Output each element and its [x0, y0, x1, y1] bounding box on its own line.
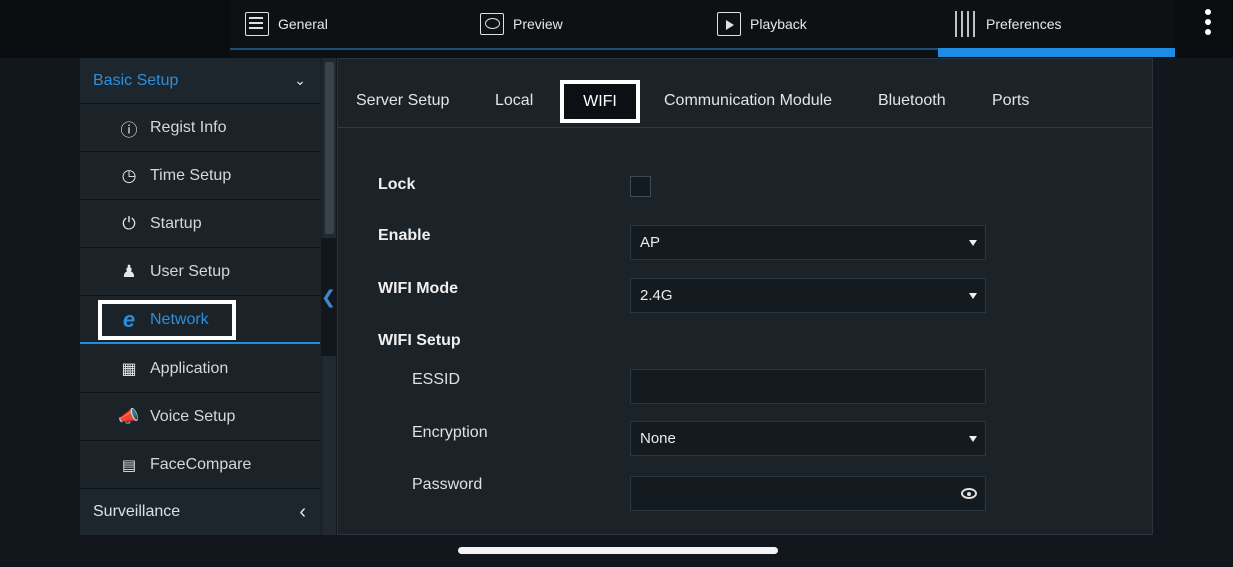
password-input[interactable]: [630, 476, 986, 511]
tab-playback[interactable]: Playback: [717, 0, 807, 48]
general-grid-icon: [245, 12, 269, 36]
subtab-local[interactable]: Local: [495, 92, 533, 110]
sidebar-item-time-setup[interactable]: ◷ Time Setup: [80, 153, 320, 200]
sidebar-section-basic-setup[interactable]: Basic Setup ⌄: [80, 58, 320, 104]
tab-playback-label: Playback: [750, 16, 807, 32]
subtab-wifi-label: WIFI: [583, 92, 617, 110]
clock-icon: ◷: [121, 166, 137, 185]
sidebar-section-label: Basic Setup: [93, 71, 179, 89]
tab-general-label: General: [278, 16, 328, 32]
sidebar-item-user-setup[interactable]: ♟ User Setup: [80, 249, 320, 296]
encryption-label: Encryption: [412, 424, 488, 441]
preferences-sliders-icon: [955, 11, 977, 37]
dropdown-caret-icon: [969, 293, 977, 299]
sidebar-item-label: Time Setup: [150, 167, 232, 184]
lock-label: Lock: [378, 176, 416, 193]
subtab-ports[interactable]: Ports: [992, 92, 1029, 110]
sidebar-section-label: Surveillance: [93, 503, 181, 520]
dropdown-caret-icon: [969, 436, 977, 442]
sidebar-item-label: User Setup: [150, 263, 231, 280]
sidebar-section-surveillance[interactable]: Surveillance ‹: [80, 489, 320, 535]
wifi-setup-heading: WIFI Setup: [378, 332, 461, 349]
sidebar-item-application[interactable]: ▦ Application: [80, 346, 320, 393]
sidebar-item-label: Application: [150, 360, 229, 377]
encryption-select-value: None: [640, 430, 676, 447]
sidebar-item-label: Startup: [150, 215, 202, 232]
playback-icon: [717, 12, 741, 36]
more-menu-icon[interactable]: [1204, 9, 1212, 39]
user-icon: ♟: [121, 262, 137, 281]
enable-label: Enable: [378, 227, 431, 244]
info-icon: ⓘ: [120, 120, 138, 140]
subtab-wifi[interactable]: WIFI: [560, 80, 640, 123]
wifi-mode-select-value: 2.4G: [640, 287, 673, 304]
subtab-server-setup[interactable]: Server Setup: [356, 92, 449, 110]
subtab-communication-module[interactable]: Communication Module: [664, 92, 832, 110]
qr-icon: ▦: [121, 361, 137, 378]
wifi-mode-label: WIFI Mode: [378, 280, 458, 297]
tab-preferences[interactable]: Preferences: [955, 0, 1061, 48]
sidebar-item-label: FaceCompare: [150, 456, 252, 473]
encryption-select[interactable]: None: [630, 421, 986, 456]
megaphone-icon: 📣: [118, 407, 140, 426]
sidebar-item-label: Regist Info: [150, 119, 227, 136]
wifi-mode-select[interactable]: 2.4G: [630, 278, 986, 313]
tab-preferences-label: Preferences: [986, 16, 1062, 32]
show-password-eye-icon[interactable]: [961, 488, 977, 499]
tab-preview[interactable]: Preview: [480, 0, 563, 48]
essid-label: ESSID: [412, 371, 461, 388]
preview-eye-icon: [480, 13, 504, 35]
lock-checkbox[interactable]: [630, 176, 651, 197]
sidebar-item-voice-setup[interactable]: 📣 Voice Setup: [80, 394, 320, 441]
top-nav-active-indicator: [938, 48, 1175, 57]
dropdown-caret-icon: [969, 240, 977, 246]
power-icon: ⏻: [122, 214, 136, 233]
chevron-left-icon: ‹: [299, 500, 306, 523]
sidebar-item-regist-info[interactable]: ⓘ Regist Info: [80, 105, 320, 152]
sidebar-scrollbar-thumb[interactable]: [325, 62, 334, 234]
enable-select-value: AP: [640, 234, 661, 251]
active-item-indicator: [80, 342, 320, 344]
network-highlight-box: [98, 300, 236, 340]
essid-input[interactable]: [630, 369, 986, 404]
tab-general[interactable]: General: [245, 0, 328, 48]
enable-select[interactable]: AP: [630, 225, 986, 260]
id-card-icon: ▤: [121, 457, 137, 474]
chevron-left-icon: ❮: [320, 286, 337, 307]
chevron-down-icon: ⌄: [294, 72, 306, 88]
subtab-bluetooth[interactable]: Bluetooth: [878, 92, 946, 110]
sidebar: Basic Setup ⌄ ⓘ Regist Info ◷ Time Setup…: [80, 58, 323, 535]
sidebar-item-label: Voice Setup: [150, 408, 236, 425]
password-label: Password: [412, 476, 483, 493]
tab-preview-label: Preview: [513, 16, 563, 32]
sidebar-item-startup[interactable]: ⏻ Startup: [80, 201, 320, 248]
home-indicator[interactable]: [458, 547, 778, 554]
sidebar-item-facecompare[interactable]: ▤ FaceCompare: [80, 442, 320, 489]
collapse-sidebar-button[interactable]: ❮: [321, 238, 336, 356]
